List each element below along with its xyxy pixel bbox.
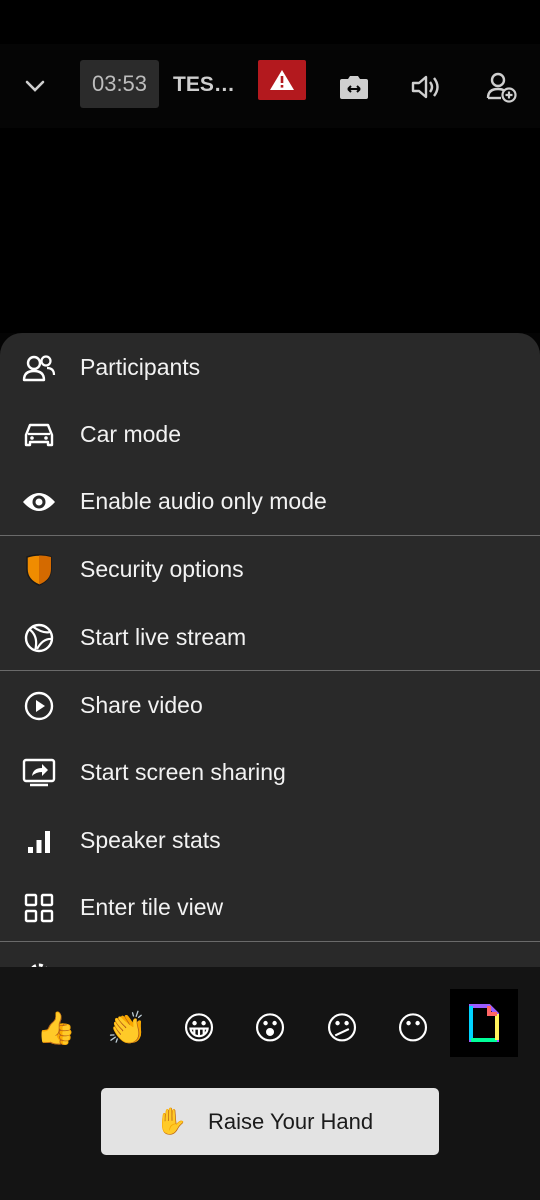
menu-item-participants[interactable]: Participants xyxy=(0,334,540,401)
gif-icon xyxy=(469,1004,499,1042)
volume-icon[interactable] xyxy=(406,66,446,108)
camera-switch-icon[interactable] xyxy=(334,66,374,108)
participants-icon xyxy=(20,349,58,387)
raise-hand-button[interactable]: ✋ Raise Your Hand xyxy=(101,1088,439,1155)
grin-reaction[interactable]: 😀 xyxy=(170,999,228,1057)
menu-item-label: Participants xyxy=(80,354,201,380)
menu-divider xyxy=(0,941,540,942)
raised-hand-icon: ✋ xyxy=(155,1106,188,1136)
menu-divider xyxy=(0,670,540,671)
menu-item-label: Start live stream xyxy=(80,624,247,650)
warning-icon[interactable] xyxy=(258,60,306,100)
screen-share-icon xyxy=(20,754,58,792)
overflow-menu-sheet: Participants Car mode Enable audio only … xyxy=(0,333,540,967)
menu-item-label: Share video xyxy=(80,692,203,718)
settings-icon xyxy=(24,959,54,967)
menu-item-label: Speaker stats xyxy=(80,827,221,853)
conference-timer: 03:53 xyxy=(80,60,159,108)
raise-hand-label: Raise Your Hand xyxy=(208,1109,374,1134)
conference-toolbar: 03:53 TES… xyxy=(0,44,540,128)
menu-item-label: Security options xyxy=(80,556,244,582)
shield-icon xyxy=(20,551,58,589)
gif-button[interactable] xyxy=(450,989,518,1057)
bar-chart-icon xyxy=(20,822,58,860)
silent-reaction[interactable]: 😶 xyxy=(384,999,442,1057)
status-bar xyxy=(0,0,540,44)
menu-item-tile-view[interactable]: Enter tile view xyxy=(0,874,540,941)
add-participant-icon[interactable] xyxy=(480,66,522,108)
menu-item-label: Car mode xyxy=(80,421,181,447)
menu-item-screen-sharing[interactable]: Start screen sharing xyxy=(0,739,540,806)
menu-item-audio-only[interactable]: Enable audio only mode xyxy=(0,468,540,535)
confused-reaction[interactable]: 😕 xyxy=(313,999,371,1057)
globe-icon xyxy=(20,619,58,657)
menu-item-label: Enable audio only mode xyxy=(80,488,327,514)
menu-item-label: Enter tile view xyxy=(80,894,224,920)
menu-item-security-options[interactable]: Security options xyxy=(0,536,540,603)
play-circle-icon xyxy=(20,687,58,725)
menu-item-label: Start screen sharing xyxy=(80,759,286,785)
clap-reaction[interactable]: 👏 xyxy=(98,999,156,1057)
reactions-panel: 👍 👏 😀 😮 😕 😶 ✋ Raise Your Hand xyxy=(0,967,540,1200)
surprised-reaction[interactable]: 😮 xyxy=(241,999,299,1057)
menu-item-live-stream[interactable]: Start live stream xyxy=(0,604,540,671)
eye-icon xyxy=(20,483,58,521)
menu-item-speaker-stats[interactable]: Speaker stats xyxy=(0,807,540,874)
room-name: TES… xyxy=(173,73,235,96)
menu-item-car-mode[interactable]: Car mode xyxy=(0,401,540,468)
car-icon xyxy=(20,416,58,454)
menu-item-share-video[interactable]: Share video xyxy=(0,672,540,739)
video-area xyxy=(0,128,540,333)
thumbs-up-reaction[interactable]: 👍 xyxy=(27,999,85,1057)
tile-grid-icon xyxy=(20,889,58,927)
chevron-down-icon[interactable] xyxy=(14,66,56,106)
